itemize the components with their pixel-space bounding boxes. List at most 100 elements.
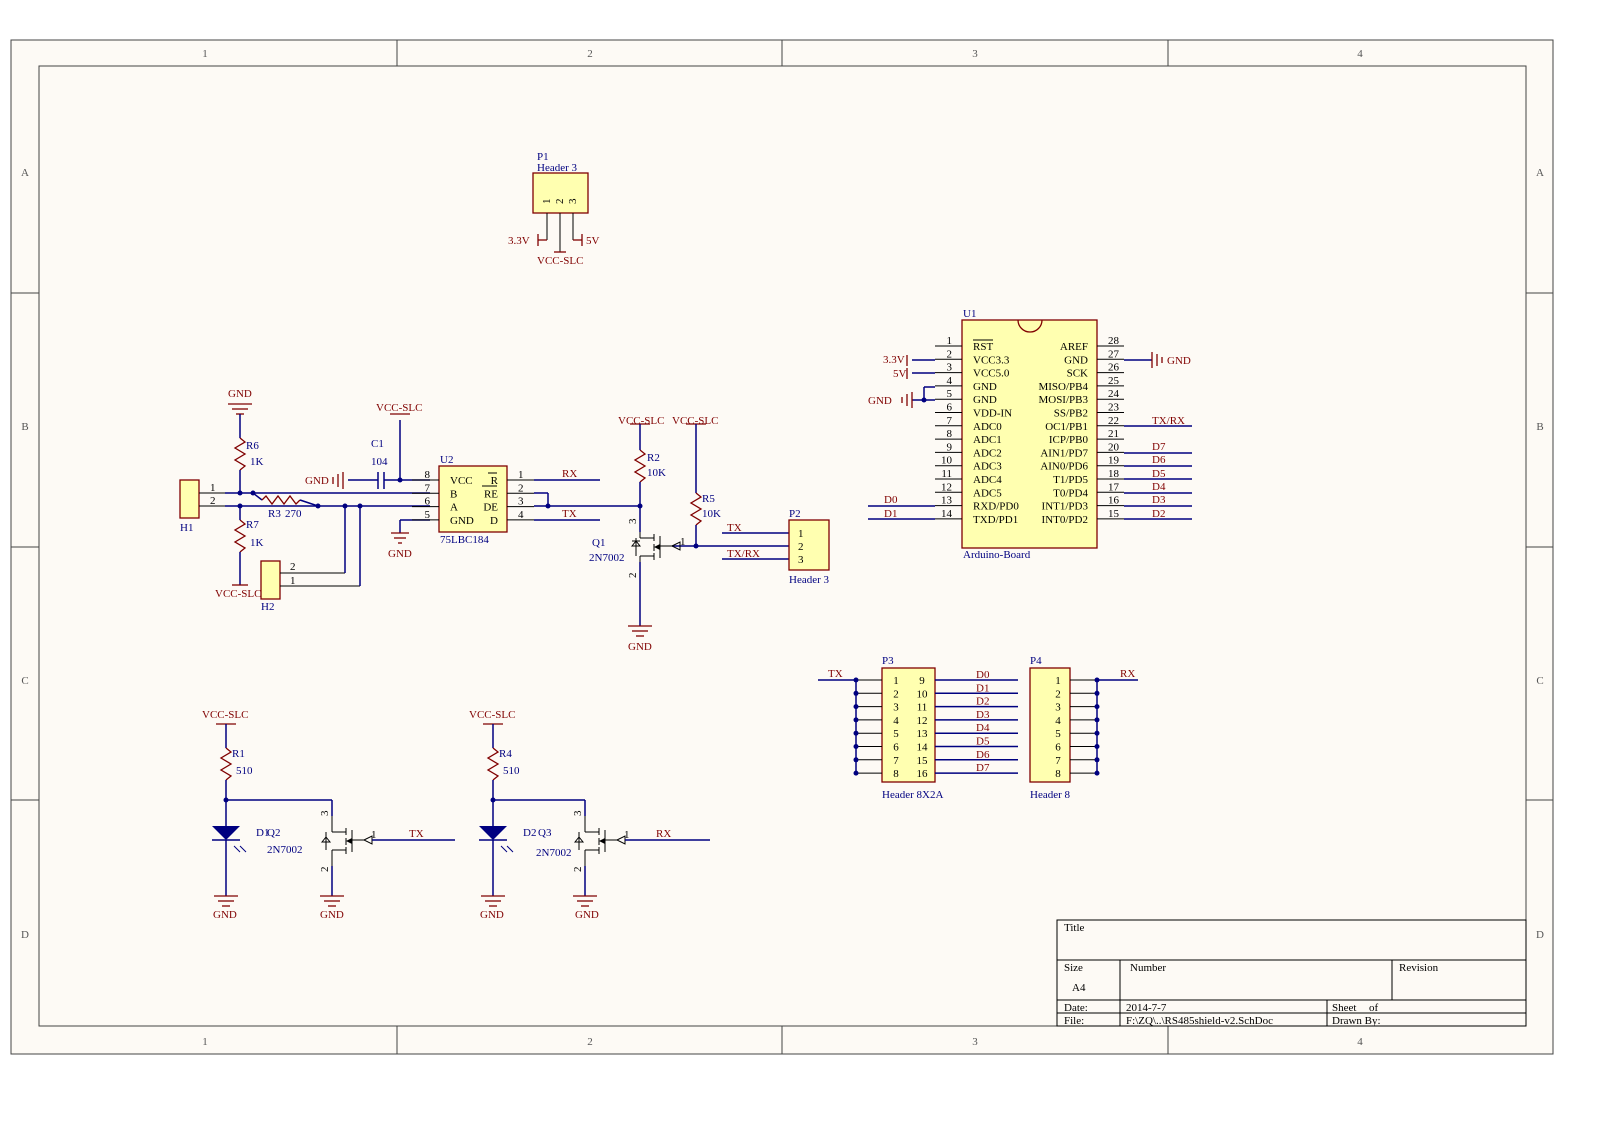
- u1-pin-17-num: 17: [1108, 481, 1120, 493]
- u1-pin-1-func: RST: [973, 341, 993, 353]
- zone-col-4-top: 4: [1357, 48, 1363, 60]
- p3-net-d6: D6: [976, 749, 990, 761]
- p3-net-d1: D1: [976, 682, 989, 694]
- p1-5v-port: 5V: [586, 235, 600, 247]
- q3-rx-net: RX: [656, 828, 671, 840]
- p4-pin-2: 2: [1055, 688, 1061, 700]
- c1-gnd-port: GND: [305, 475, 329, 487]
- r4-vcc-slc-port: VCC-SLC: [469, 709, 515, 721]
- r4-val: 510: [503, 765, 520, 777]
- u2-pin-7-num: 7: [425, 482, 431, 494]
- h2-body: [260, 560, 281, 600]
- zone-col-3-bottom: 3: [972, 1036, 978, 1048]
- p4-pin-6: 6: [1055, 742, 1061, 754]
- c1-val: 104: [371, 456, 388, 468]
- p3-pin-8: 8: [893, 768, 899, 780]
- u1-name: Arduino-Board: [963, 549, 1031, 561]
- zone-row-a-left: A: [21, 167, 29, 179]
- u1-pin-15-func: INT0/PD2: [1042, 514, 1088, 526]
- u2-pin-8-func: VCC: [450, 475, 473, 487]
- p3-pin-4: 4: [893, 715, 899, 727]
- q3-pin-1: 1: [624, 829, 630, 841]
- u1-pin-12-num: 12: [941, 481, 952, 493]
- r1-vcc-slc-port: VCC-SLC: [202, 709, 248, 721]
- q1-pin-3: 3: [627, 518, 639, 524]
- u1-pin-21-num: 21: [1108, 428, 1119, 440]
- zone-row-d-left: D: [21, 929, 29, 941]
- u1-pin-26-num: 26: [1108, 362, 1120, 374]
- u1-pin-6-func: VDD-IN: [973, 408, 1012, 420]
- u1-pin-2-num: 2: [947, 348, 953, 360]
- p2-body: [788, 519, 830, 571]
- p3-name: Header 8X2A: [882, 789, 943, 801]
- zone-col-1-bottom: 1: [202, 1036, 208, 1048]
- tb-size-label: Size: [1064, 962, 1083, 974]
- u1-pin-6-num: 6: [947, 402, 953, 414]
- zone-row-b-right: B: [1536, 421, 1543, 433]
- p4-pin-1: 1: [1055, 675, 1061, 687]
- u1-right-gnd-port: GND: [1167, 355, 1191, 367]
- u1-d5-net: D5: [1152, 468, 1166, 480]
- p1-vcc-slc-port: VCC-SLC: [537, 255, 583, 267]
- tb-number-label: Number: [1130, 962, 1166, 974]
- u1-d0-net: D0: [884, 494, 898, 506]
- p3-net-d2: D2: [976, 696, 989, 708]
- u2-gnd-port: GND: [388, 548, 412, 560]
- tb-file: F:\ZQ\..\RS485shield-v2.SchDoc: [1126, 1015, 1273, 1027]
- p4-ref: P4: [1030, 655, 1042, 667]
- q2-tx-net: TX: [409, 828, 424, 840]
- zone-row-c-left: C: [21, 675, 28, 687]
- r6-val: 1K: [250, 456, 264, 468]
- p4-rx-net: RX: [1120, 668, 1135, 680]
- u2-pin-4-func: D: [490, 515, 498, 527]
- u2-pin-1-num: 1: [518, 469, 524, 481]
- tb-date-label: Date:: [1064, 1002, 1088, 1014]
- r7-val: 1K: [250, 537, 264, 549]
- p1-pin-3: 3: [567, 198, 579, 204]
- p3-pin-12: 12: [917, 715, 928, 727]
- u1-pin-24-func: MOSI/PB3: [1038, 394, 1088, 406]
- u1-pin-22-func: OC1/PB1: [1045, 421, 1088, 433]
- q3-pin-3: 3: [572, 810, 584, 816]
- r5-vcc-slc-port: VCC-SLC: [672, 415, 718, 427]
- u1-pin-3-num: 3: [947, 362, 953, 374]
- tb-of-label: of: [1369, 1002, 1379, 1014]
- u1-pin-12-func: ADC5: [973, 487, 1002, 499]
- u1-txrx-net: TX/RX: [1152, 415, 1185, 427]
- u1-pin-26-func: SCK: [1067, 368, 1088, 380]
- u2-rx-net: RX: [562, 468, 577, 480]
- p4-body: [1029, 667, 1071, 783]
- q1-pin-1: 1: [680, 536, 686, 548]
- u1-pin-17-func: T0/PD4: [1053, 487, 1088, 499]
- r2-vcc-slc-port: VCC-SLC: [618, 415, 664, 427]
- u2-tx-net: TX: [562, 508, 577, 520]
- r2-val: 10K: [647, 467, 666, 479]
- u2-pin-2-num: 2: [518, 482, 524, 494]
- u1-d6-net: D6: [1152, 454, 1166, 466]
- u1-pin-10-num: 10: [941, 455, 953, 467]
- u1-pin-20-func: AIN1/PD7: [1040, 447, 1088, 459]
- p3-net-d5: D5: [976, 736, 990, 748]
- u2-ref: U2: [440, 454, 453, 466]
- u2-vcc-slc-port: VCC-SLC: [376, 402, 422, 414]
- p3-ref: P3: [882, 655, 894, 667]
- zone-col-2-bottom: 2: [587, 1036, 593, 1048]
- tb-file-label: File:: [1064, 1015, 1084, 1027]
- u1-pin-4-num: 4: [947, 375, 953, 387]
- tb-size: A4: [1072, 982, 1086, 994]
- d2-ref: D2: [523, 827, 536, 839]
- u1-pin-23-func: SS/PB2: [1054, 408, 1088, 420]
- u1-pin-11-func: ADC4: [973, 474, 1002, 486]
- p4-pin-4: 4: [1055, 715, 1061, 727]
- q3-val: 2N7002: [536, 847, 571, 859]
- u1-pin-24-num: 24: [1108, 388, 1120, 400]
- u1-pin-13-func: RXD/PD0: [973, 501, 1019, 513]
- u2-pin-8-num: 8: [425, 469, 431, 481]
- p3-net-d4: D4: [976, 722, 990, 734]
- r3-ref: R3: [268, 508, 281, 520]
- q2-ref: Q2: [267, 827, 280, 839]
- tb-revision-label: Revision: [1399, 962, 1439, 974]
- q3-gnd-port: GND: [575, 909, 599, 921]
- u1-pin-3-func: VCC5.0: [973, 368, 1010, 380]
- u1-pin-10-func: ADC3: [973, 461, 1002, 473]
